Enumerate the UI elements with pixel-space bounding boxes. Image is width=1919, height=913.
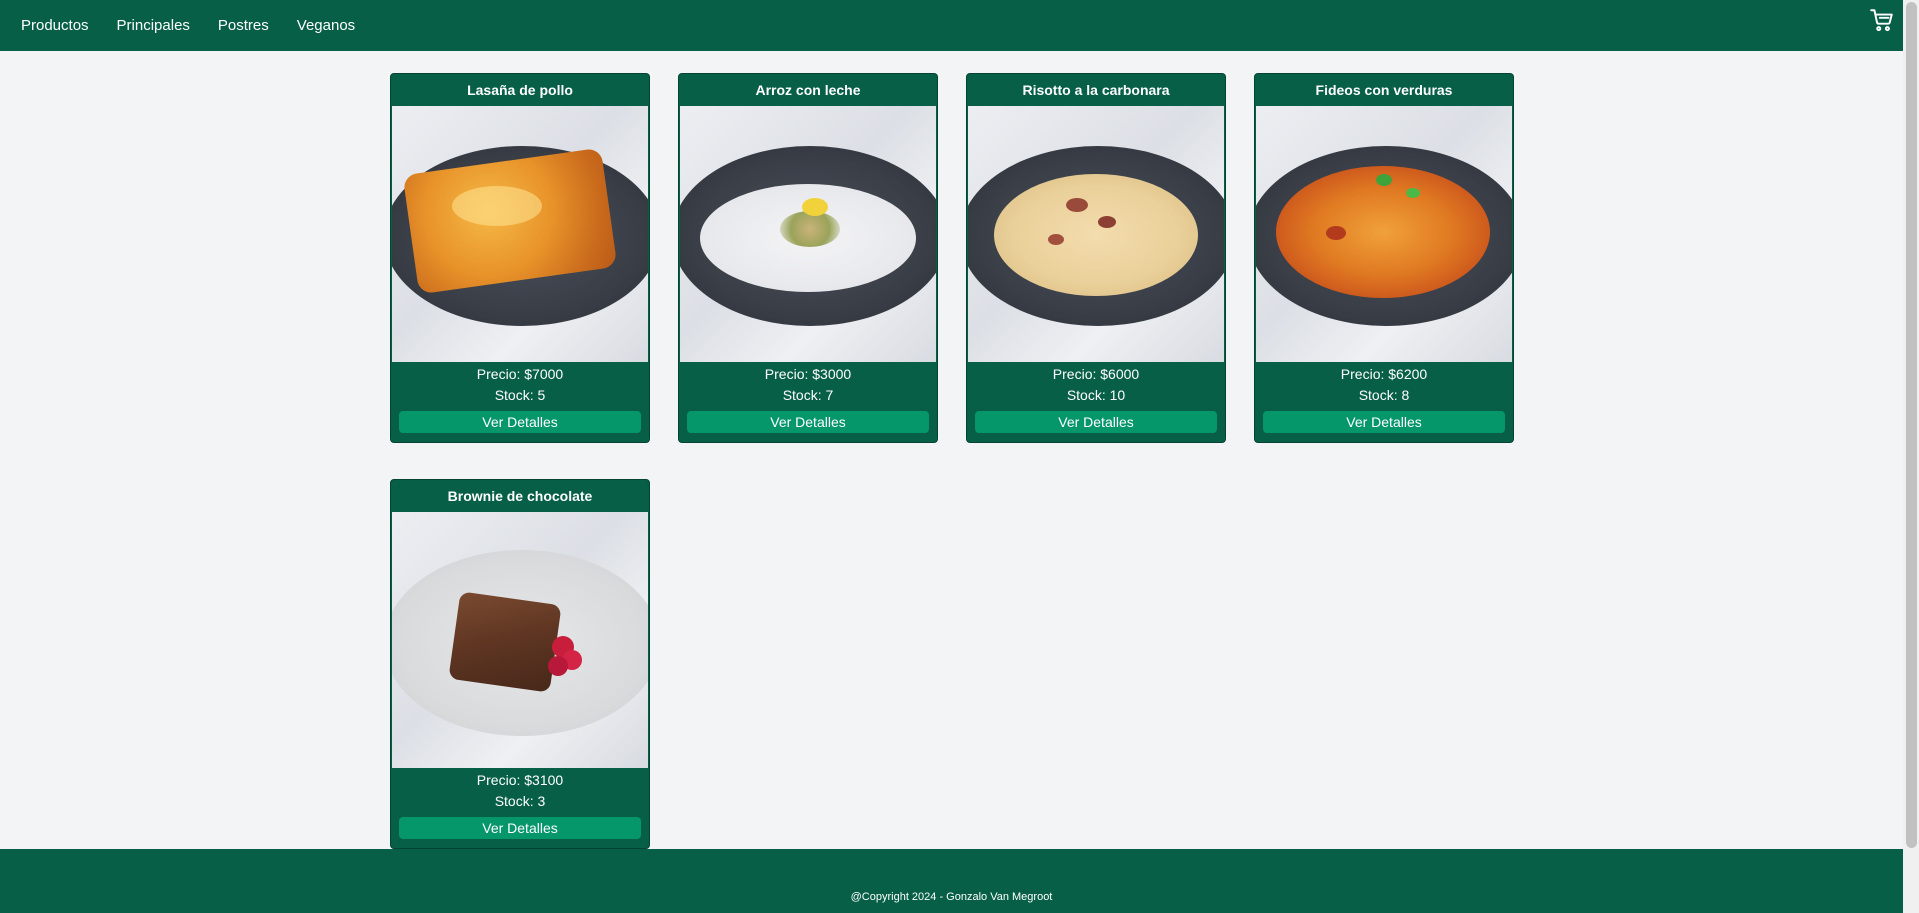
- product-image-rice-pudding: [680, 106, 936, 362]
- product-title: Fideos con verduras: [1315, 82, 1453, 98]
- product-stock: Stock: 8: [1358, 387, 1410, 403]
- nav-links: Productos Principales Postres Veganos: [21, 17, 383, 34]
- product-card: Lasaña de pollo Precio: $7000 Stock: 5 V…: [390, 73, 650, 443]
- product-card: Fideos con verduras Precio: $6200 Stock:…: [1254, 73, 1514, 443]
- product-card: Risotto a la carbonara Precio: $6000 Sto…: [966, 73, 1226, 443]
- product-price: Precio: $3000: [764, 366, 852, 382]
- product-stock: Stock: 5: [494, 387, 546, 403]
- scrollbar[interactable]: [1903, 0, 1919, 913]
- cart-icon[interactable]: [1869, 7, 1895, 33]
- product-price: Precio: $6000: [1052, 366, 1140, 382]
- product-title: Arroz con leche: [755, 82, 861, 98]
- nav-link-principales[interactable]: Principales: [117, 17, 190, 34]
- nav-link-productos[interactable]: Productos: [21, 17, 89, 34]
- product-stock: Stock: 10: [1066, 387, 1126, 403]
- product-title: Risotto a la carbonara: [1022, 82, 1170, 98]
- product-title: Brownie de chocolate: [447, 488, 593, 504]
- details-button[interactable]: Ver Detalles: [975, 411, 1217, 433]
- product-title: Lasaña de pollo: [467, 82, 573, 98]
- scrollbar-thumb[interactable]: [1906, 2, 1917, 848]
- product-image-risotto: [968, 106, 1224, 362]
- product-stock: Stock: 3: [494, 793, 546, 809]
- details-button[interactable]: Ver Detalles: [399, 817, 641, 839]
- product-price: Precio: $7000: [476, 366, 564, 382]
- product-card: Arroz con leche Precio: $3000 Stock: 7 V…: [678, 73, 938, 443]
- copyright-text: @Copyright 2024 - Gonzalo Van Megroot: [850, 891, 1053, 903]
- product-price: Precio: $3100: [476, 772, 564, 788]
- nav-link-postres[interactable]: Postres: [218, 17, 269, 34]
- details-button[interactable]: Ver Detalles: [399, 411, 641, 433]
- product-image-brownie: [392, 512, 648, 768]
- footer: @Copyright 2024 - Gonzalo Van Megroot: [0, 849, 1903, 913]
- details-button[interactable]: Ver Detalles: [687, 411, 929, 433]
- nav-link-veganos[interactable]: Veganos: [297, 17, 355, 34]
- product-stock: Stock: 7: [782, 387, 834, 403]
- product-grid: Lasaña de pollo Precio: $7000 Stock: 5 V…: [390, 73, 1514, 849]
- product-image-pasta: [1256, 106, 1512, 362]
- product-price: Precio: $6200: [1340, 366, 1428, 382]
- product-image-lasagna: [392, 106, 648, 362]
- details-button[interactable]: Ver Detalles: [1263, 411, 1505, 433]
- navbar: Productos Principales Postres Veganos: [0, 0, 1903, 51]
- product-card: Brownie de chocolate Precio: $3100 Stock…: [390, 479, 650, 849]
